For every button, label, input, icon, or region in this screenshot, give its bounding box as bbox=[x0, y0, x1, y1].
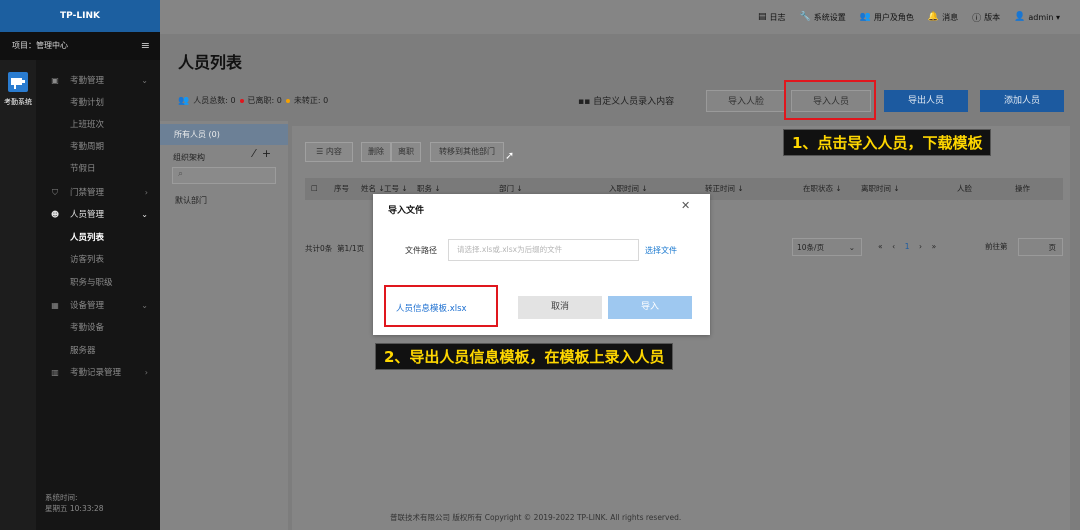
people-icon: 👥 bbox=[178, 95, 190, 106]
file-path-input[interactable]: 请选择.xls或.xlsx为后缀的文件 bbox=[448, 239, 639, 261]
sidebar-item-access-control[interactable]: ⛉ 门禁管理 › bbox=[36, 182, 160, 204]
sidebar-item-attendance[interactable]: ▣ 考勤管理 ⌄ bbox=[36, 70, 160, 92]
chevron-right-icon: › bbox=[144, 188, 148, 197]
import-face-button[interactable]: 导入人脸 bbox=[706, 90, 786, 112]
chevron-down-icon: ⌄ bbox=[141, 210, 148, 219]
sidebar-item-people-list[interactable]: 人员列表 bbox=[36, 227, 160, 249]
last-page-icon[interactable]: » bbox=[932, 242, 937, 251]
file-path-label: 文件路径 bbox=[405, 246, 437, 255]
sidebar-item-devices[interactable]: ▦ 设备管理 ⌄ bbox=[36, 295, 160, 317]
highlight-template-link bbox=[384, 285, 498, 327]
user-menu[interactable]: 👤 admin ▾ bbox=[1014, 12, 1060, 22]
next-page-icon[interactable]: › bbox=[919, 242, 922, 251]
sidebar-item-holidays[interactable]: 节假日 bbox=[36, 158, 160, 180]
add-icon[interactable]: + bbox=[262, 147, 271, 160]
unregular-count: 未转正: 0 bbox=[293, 96, 329, 105]
sidebar-item-attendance-records[interactable]: ▥ 考勤记录管理 › bbox=[36, 362, 160, 384]
resigned-dot-icon bbox=[239, 98, 244, 103]
sidebar-item-shifts[interactable]: 上班班次 bbox=[36, 114, 160, 136]
users-icon: 👥 bbox=[859, 12, 871, 22]
bar-chart-icon: ▥ bbox=[51, 368, 59, 377]
move-department-button[interactable]: 转移到其他部门 bbox=[430, 142, 504, 162]
system-settings-link[interactable]: 🔧 系统设置 bbox=[799, 12, 845, 23]
chevron-down-icon: ⌄ bbox=[141, 76, 148, 85]
shield-icon: ⛉ bbox=[52, 188, 58, 197]
total-count: 人员总数: 0 bbox=[193, 96, 236, 105]
sidebar-item-people[interactable]: ☻ 人员管理 ⌄ bbox=[36, 204, 160, 226]
version-link[interactable]: ⓘ 版本 bbox=[972, 11, 1000, 24]
choose-file-link[interactable]: 选择文件 bbox=[645, 245, 677, 256]
copyright-footer: 普联技术有限公司 版权所有 Copyright © 2019-2022 TP-L… bbox=[390, 513, 682, 522]
org-tools: ⁄ + bbox=[253, 147, 271, 160]
select-all-checkbox[interactable]: ☐ bbox=[311, 178, 318, 200]
edit-icon[interactable]: ⁄ bbox=[253, 147, 255, 160]
wrench-icon: 🔧 bbox=[799, 12, 811, 22]
log-icon: ▤ bbox=[757, 12, 767, 22]
project-selector[interactable]: 项目：管理中心 ≡ bbox=[0, 32, 160, 60]
cancel-button[interactable]: 取消 bbox=[518, 296, 602, 319]
top-links: ▤ 日志 🔧 系统设置 👥 用户及角色 🔔 消息 ⓘ 版本 👤 admin ▾ bbox=[758, 0, 1060, 34]
goto-page-input[interactable]: 页 bbox=[1018, 238, 1063, 256]
first-page-icon[interactable]: « bbox=[878, 242, 883, 251]
resign-button[interactable]: 离职 bbox=[391, 142, 421, 162]
resigned-count: 已离职: 0 bbox=[247, 96, 282, 105]
project-label: 项目：管理中心 bbox=[12, 41, 68, 50]
step2-callout: 2、导出人员信息模板，在模板上录入人员 bbox=[375, 343, 674, 370]
add-people-button[interactable]: 添加人员 bbox=[980, 90, 1064, 112]
unregular-dot-icon bbox=[285, 98, 290, 103]
sidebar-item-attendance-devices[interactable]: 考勤设备 bbox=[36, 317, 160, 339]
chevron-right-icon: › bbox=[144, 368, 148, 377]
page-title: 人员列表 bbox=[178, 53, 243, 72]
dialog-title: 导入文件 bbox=[388, 206, 425, 216]
org-title: 组织架构 bbox=[173, 153, 205, 162]
log-link[interactable]: ▤ 日志 bbox=[758, 12, 786, 23]
default-department[interactable]: 默认部门 bbox=[175, 195, 207, 206]
sidebar-item-positions[interactable]: 职务与职级 bbox=[36, 272, 160, 294]
all-people-item[interactable]: 所有人员 (0) bbox=[160, 124, 288, 145]
export-people-button[interactable]: 导出人员 bbox=[884, 90, 968, 112]
page-size-select[interactable]: 10条/页 ⌄ bbox=[792, 238, 862, 256]
search-icon: ⌕ bbox=[178, 169, 184, 179]
highlight-import-people bbox=[784, 80, 876, 120]
system-time: 系统时间: 星期五 10:33:28 bbox=[45, 493, 104, 513]
device-icon: ▦ bbox=[51, 301, 59, 310]
delete-button[interactable]: 删除 bbox=[361, 142, 391, 162]
prev-page-icon[interactable]: ‹ bbox=[892, 242, 895, 251]
messages-link[interactable]: 🔔 消息 bbox=[928, 12, 958, 23]
hamburger-menu-icon[interactable]: ≡ bbox=[141, 32, 150, 60]
content-button[interactable]: ☰ 内容 bbox=[305, 142, 353, 162]
chevron-down-icon: ⌄ bbox=[141, 301, 148, 310]
sidebar-item-attendance-plan[interactable]: 考勤计划 bbox=[36, 92, 160, 114]
pagination-nav: « ‹ 1 › » bbox=[878, 238, 936, 256]
bell-icon: 🔔 bbox=[927, 12, 940, 22]
custom-entry-link[interactable]: ▪▪ 自定义人员录入内容 bbox=[578, 94, 674, 107]
step1-callout: 1、点击导入人员，下载模板 bbox=[783, 129, 992, 156]
org-search-input[interactable]: ⌕ bbox=[172, 167, 276, 184]
chevron-down-icon: ⌄ bbox=[848, 243, 855, 252]
close-icon[interactable]: ✕ bbox=[681, 199, 690, 212]
briefcase-icon: ▣ bbox=[51, 76, 59, 85]
pagination-summary: 共计0条 第1/1页 bbox=[305, 244, 365, 253]
sidebar-item-attendance-cycle[interactable]: 考勤周期 bbox=[36, 136, 160, 158]
users-roles-link[interactable]: 👥 用户及角色 bbox=[860, 12, 914, 23]
user-icon: 👤 bbox=[1014, 12, 1026, 22]
top-bar: ▤ 日志 🔧 系统设置 👥 用户及角色 🔔 消息 ⓘ 版本 👤 admin ▾ bbox=[160, 0, 1080, 34]
goto-label: 前往第 bbox=[985, 242, 1008, 251]
brand-logo: TP-LINK bbox=[0, 0, 160, 32]
current-page[interactable]: 1 bbox=[905, 242, 910, 251]
people-stats: 👥 人员总数: 0 已离职: 0 未转正: 0 bbox=[178, 95, 328, 106]
sidebar-item-servers[interactable]: 服务器 bbox=[36, 340, 160, 362]
people-icon: ☻ bbox=[50, 210, 60, 219]
grid-icon: ▪▪ bbox=[578, 97, 591, 107]
import-button[interactable]: 导入 bbox=[608, 296, 692, 319]
attendance-camera-icon[interactable] bbox=[8, 72, 28, 92]
info-icon: ⓘ bbox=[972, 13, 982, 24]
mouse-cursor-icon: ➚ bbox=[505, 149, 515, 162]
app-label: 考勤系统 bbox=[4, 98, 32, 106]
sidebar-item-visitors[interactable]: 访客列表 bbox=[36, 249, 160, 271]
